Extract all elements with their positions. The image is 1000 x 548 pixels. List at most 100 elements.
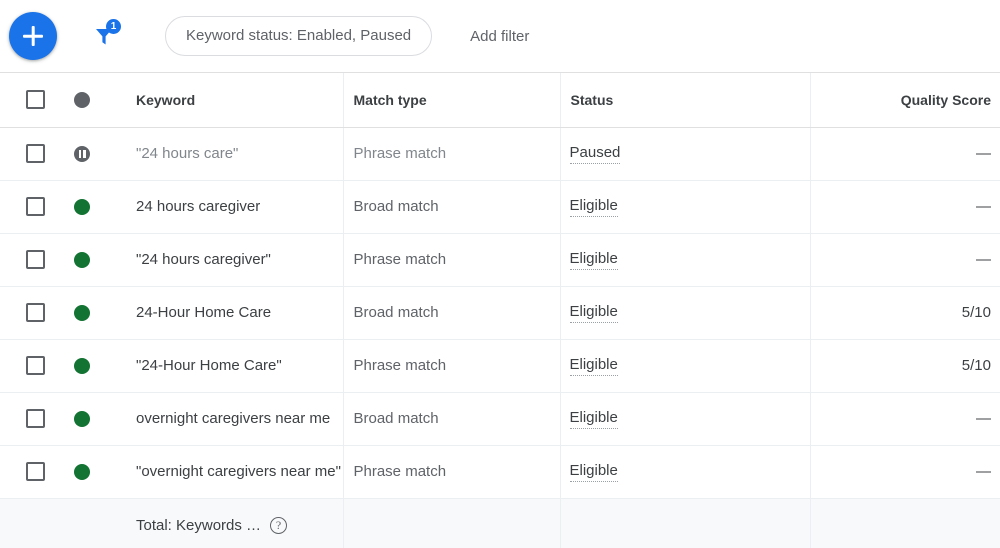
keyword-cell[interactable]: "24 hours care" — [126, 127, 343, 181]
totals-label: Total: Keywords … — [136, 516, 262, 534]
table-row[interactable]: 24-Hour Home Care Broad match Eligible 5… — [0, 286, 1000, 340]
checkbox-unchecked-icon[interactable] — [26, 409, 45, 428]
pause-circle-icon — [74, 145, 90, 162]
row-checkbox-cell — [0, 392, 69, 446]
row-status-dot-cell — [69, 127, 126, 181]
checkbox-unchecked-icon[interactable] — [26, 303, 45, 322]
row-checkbox-cell — [0, 180, 69, 234]
status-cell: Eligible — [559, 286, 810, 340]
select-all-header — [0, 73, 69, 128]
row-checkbox-cell — [0, 127, 69, 181]
help-circle-icon[interactable]: ? — [270, 516, 288, 534]
quality-score-cell: — — [809, 445, 1000, 499]
table-header-row: Keyword Match type Status Quality Score — [0, 73, 1000, 128]
table-row[interactable]: 24 hours caregiver Broad match Eligible … — [0, 180, 1000, 234]
status-cell: Eligible — [559, 445, 810, 499]
keyword-cell[interactable]: "24 hours caregiver" — [126, 233, 343, 287]
checkbox-unchecked-icon[interactable] — [26, 250, 45, 269]
status-link[interactable]: Eligible — [569, 250, 618, 270]
row-status-dot-cell — [69, 180, 126, 234]
keyword-cell[interactable]: "24-Hour Home Care" — [126, 339, 343, 393]
match-type-cell: Phrase match — [342, 233, 560, 287]
status-cell: Eligible — [559, 339, 810, 393]
checkbox-unchecked-icon[interactable] — [26, 90, 45, 110]
toolbar: 1 Keyword status: Enabled, Paused Add fi… — [0, 0, 1000, 72]
quality-score-cell: 5/10 — [809, 286, 1000, 340]
status-link[interactable]: Eligible — [569, 462, 618, 482]
row-checkbox-cell — [0, 233, 69, 287]
status-link[interactable]: Eligible — [569, 409, 618, 429]
checkbox-unchecked-icon[interactable] — [26, 356, 45, 375]
row-status-dot-cell — [69, 445, 126, 499]
table-row[interactable]: "24 hours caregiver" Phrase match Eligib… — [0, 233, 1000, 287]
checkbox-unchecked-icon[interactable] — [26, 462, 45, 481]
table-row[interactable]: "24-Hour Home Care" Phrase match Eligibl… — [0, 339, 1000, 393]
row-status-dot-cell — [69, 233, 126, 287]
circle-filled-icon — [74, 463, 90, 480]
totals-checkbox-cell — [0, 498, 69, 548]
totals-quality-score-cell — [809, 498, 1000, 548]
table-footer: Total: Keywords … ? — [0, 498, 1000, 548]
row-status-dot-cell — [69, 392, 126, 446]
match-type-cell: Phrase match — [342, 339, 560, 393]
filter-count-badge: 1 — [106, 19, 121, 34]
table-body: "24 hours care" Phrase match Paused — 24… — [0, 127, 1000, 499]
status-link[interactable]: Eligible — [569, 356, 618, 376]
row-status-dot-cell — [69, 286, 126, 340]
match-type-cell: Phrase match — [342, 445, 560, 499]
checkbox-unchecked-icon[interactable] — [26, 197, 45, 216]
table-row[interactable]: "overnight caregivers near me" Phrase ma… — [0, 445, 1000, 499]
quality-score-cell: — — [809, 233, 1000, 287]
totals-dot-cell — [69, 498, 126, 548]
plus-icon-vertical — [31, 26, 35, 46]
match-type-cell: Broad match — [342, 286, 560, 340]
keyword-cell[interactable]: "overnight caregivers near me" — [126, 445, 343, 499]
status-dot-header — [69, 73, 126, 128]
circle-filled-icon — [74, 410, 90, 427]
row-checkbox-cell — [0, 445, 69, 499]
totals-row: Total: Keywords … ? — [0, 498, 1000, 548]
column-header-status[interactable]: Status — [559, 73, 810, 128]
quality-score-cell: — — [809, 392, 1000, 446]
status-cell: Eligible — [559, 233, 810, 287]
filter-button[interactable]: 1 — [82, 14, 126, 58]
add-filter-button[interactable]: Add filter — [466, 20, 533, 53]
add-keyword-button[interactable] — [9, 12, 57, 60]
keywords-table: Keyword Match type Status Quality Score … — [0, 73, 1000, 548]
match-type-cell: Broad match — [342, 180, 560, 234]
circle-filled-icon — [74, 91, 90, 108]
match-type-cell: Broad match — [342, 392, 560, 446]
status-cell: Eligible — [559, 392, 810, 446]
column-header-keyword[interactable]: Keyword — [126, 73, 343, 128]
status-cell: Eligible — [559, 180, 810, 234]
totals-label-cell: Total: Keywords … ? — [126, 498, 343, 548]
keyword-cell[interactable]: 24 hours caregiver — [126, 180, 343, 234]
keyword-cell[interactable]: overnight caregivers near me — [126, 392, 343, 446]
checkbox-unchecked-icon[interactable] — [26, 144, 45, 163]
circle-filled-icon — [74, 357, 90, 374]
quality-score-cell: — — [809, 180, 1000, 234]
status-link[interactable]: Paused — [569, 144, 621, 164]
totals-status-cell — [559, 498, 810, 548]
quality-score-cell: — — [809, 127, 1000, 181]
table-row[interactable]: overnight caregivers near me Broad match… — [0, 392, 1000, 446]
circle-filled-icon — [74, 251, 90, 268]
match-type-cell: Phrase match — [342, 127, 560, 181]
keyword-cell[interactable]: 24-Hour Home Care — [126, 286, 343, 340]
column-header-match-type[interactable]: Match type — [342, 73, 560, 128]
table-row[interactable]: "24 hours care" Phrase match Paused — — [0, 127, 1000, 181]
circle-filled-icon — [74, 304, 90, 321]
circle-filled-icon — [74, 198, 90, 215]
column-header-quality-score[interactable]: Quality Score — [809, 73, 1000, 128]
row-checkbox-cell — [0, 339, 69, 393]
status-cell: Paused — [559, 127, 810, 181]
quality-score-cell: 5/10 — [809, 339, 1000, 393]
table-header: Keyword Match type Status Quality Score — [0, 73, 1000, 128]
keywords-table-container: Keyword Match type Status Quality Score … — [0, 72, 1000, 548]
filter-chip-keyword-status[interactable]: Keyword status: Enabled, Paused — [165, 16, 433, 56]
totals-match-type-cell — [342, 498, 560, 548]
status-link[interactable]: Eligible — [569, 197, 618, 217]
row-status-dot-cell — [69, 339, 126, 393]
status-link[interactable]: Eligible — [569, 303, 618, 323]
row-checkbox-cell — [0, 286, 69, 340]
